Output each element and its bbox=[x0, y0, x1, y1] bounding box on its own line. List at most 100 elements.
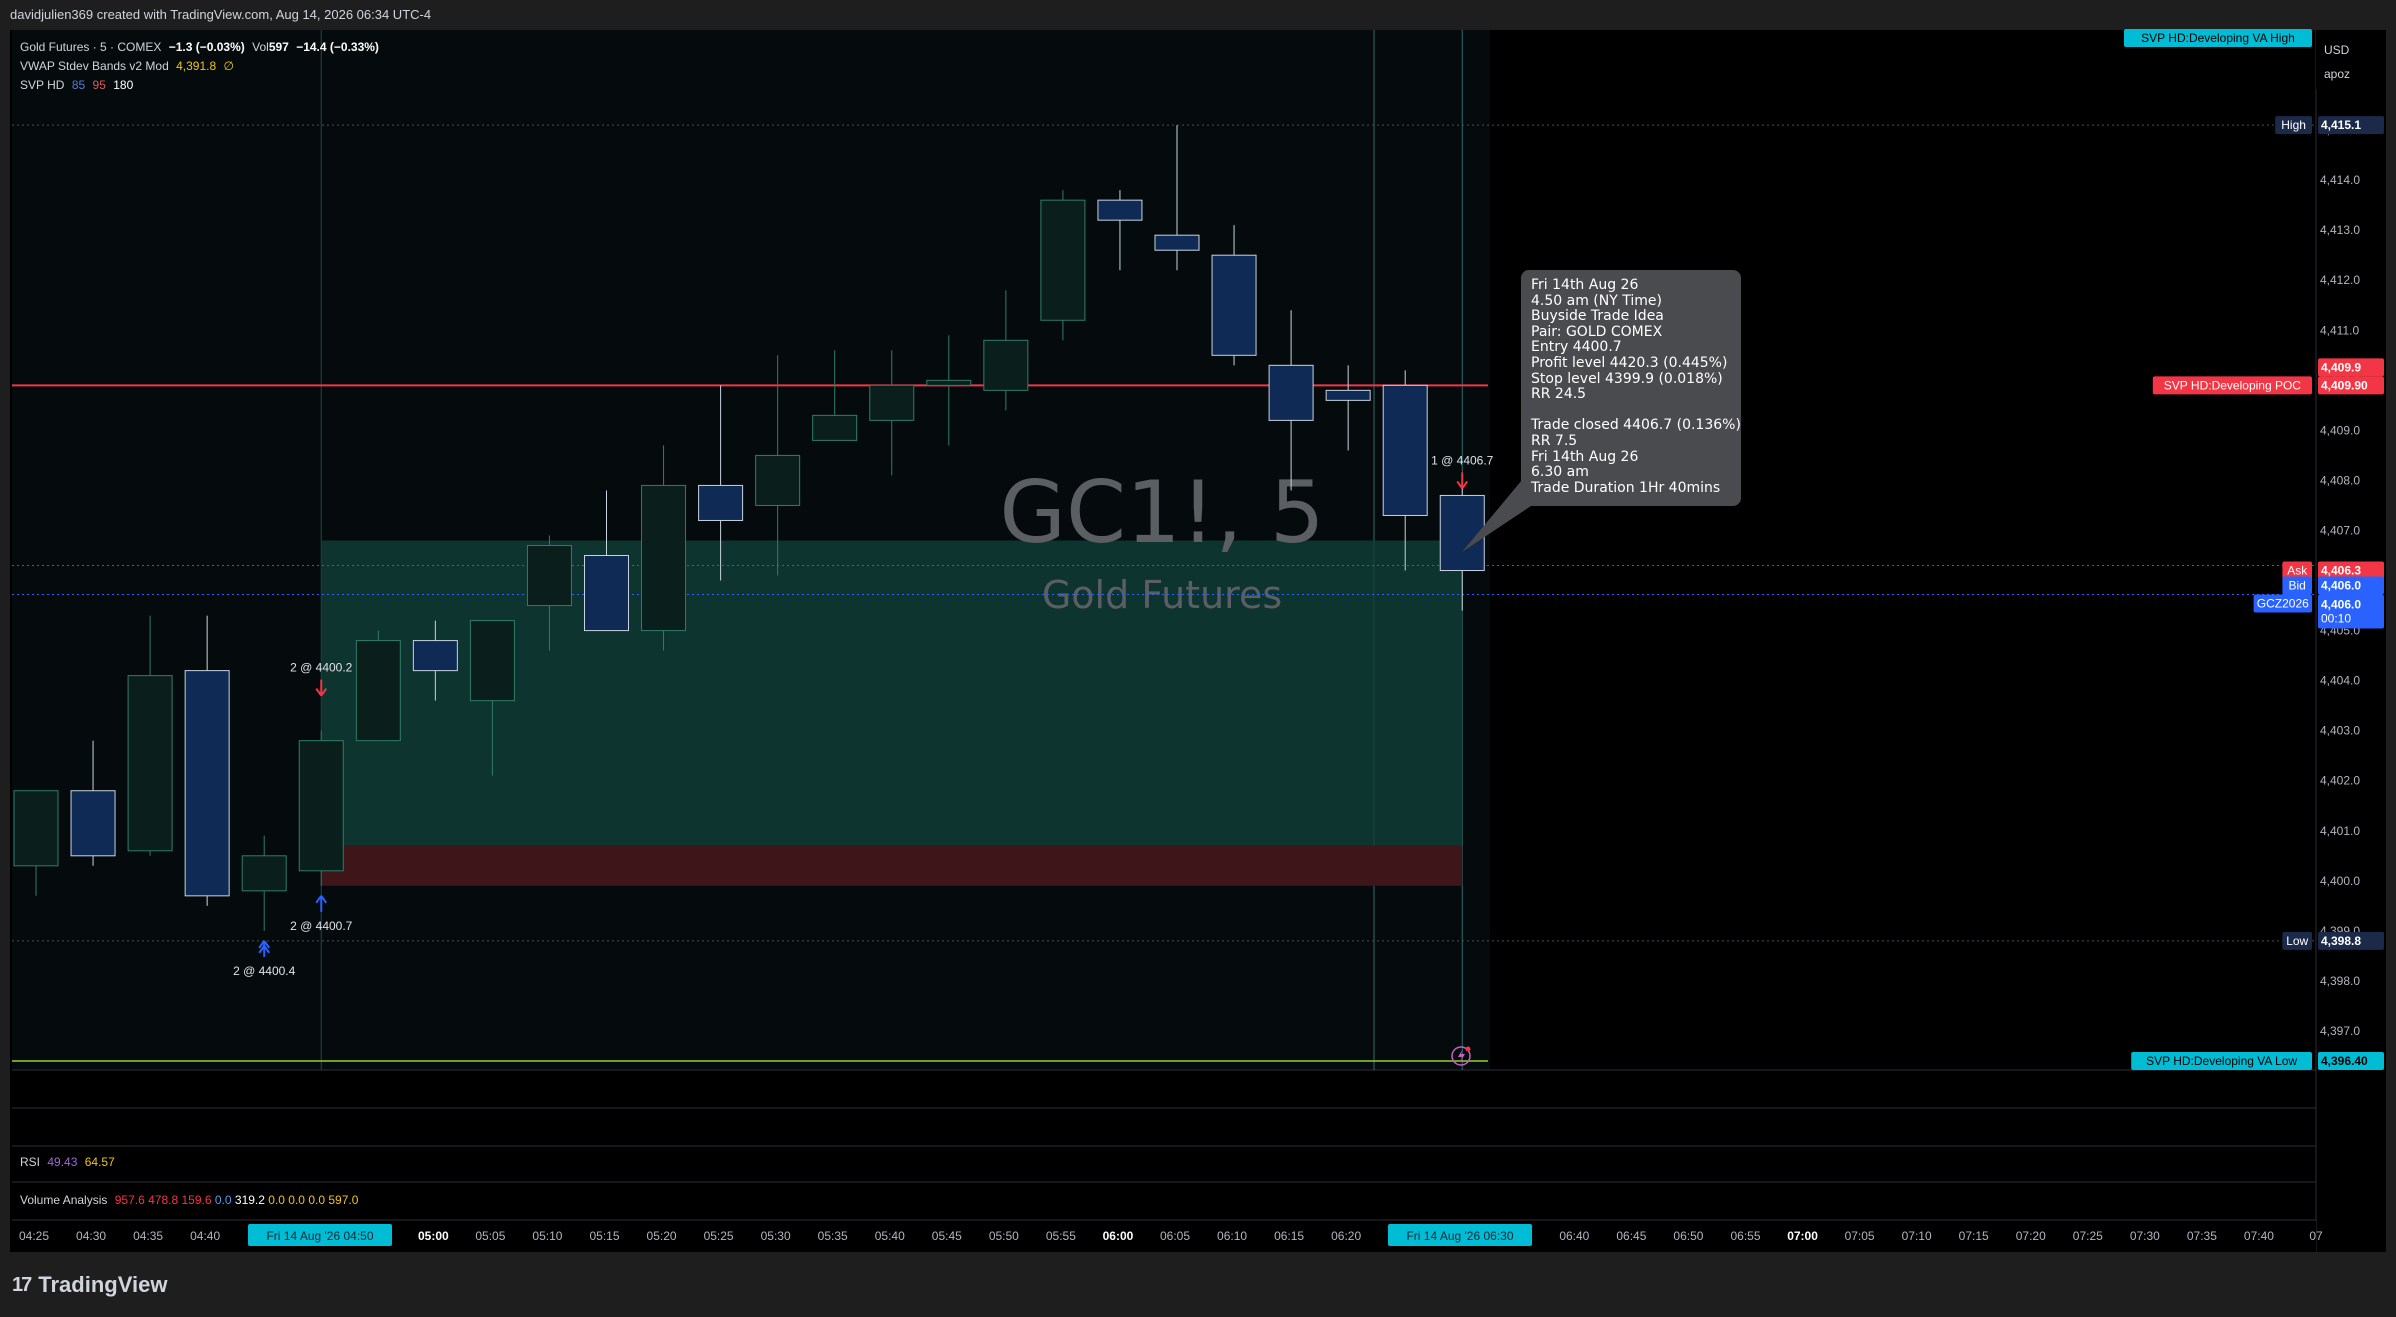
price-chart[interactable]: 4,397.04,398.04,399.04,400.04,401.04,402… bbox=[0, 0, 2396, 1317]
x-tick-label: 05:40 bbox=[875, 1229, 905, 1243]
rsi-legend[interactable]: RSI 49.43 64.57 bbox=[20, 1155, 115, 1169]
candle-body bbox=[1382, 384, 1428, 516]
vwap-label[interactable]: VWAP Stdev Bands v2 Mod bbox=[20, 59, 169, 73]
high-tag: High bbox=[2281, 118, 2306, 132]
callout-line: Buyside Trade Idea bbox=[1531, 308, 1664, 325]
candle-body bbox=[698, 484, 744, 521]
x-tick-label: 06:50 bbox=[1673, 1229, 1703, 1243]
x-tick-label: 04:25 bbox=[19, 1229, 49, 1243]
y-tick-label: 4,400.0 bbox=[2320, 874, 2360, 888]
x-tick-label: 06:55 bbox=[1730, 1229, 1760, 1243]
va-low-tag: SVP HD:Developing VA Low bbox=[2146, 1054, 2297, 1068]
x-tick-label: 05:45 bbox=[932, 1229, 962, 1243]
candle-body bbox=[13, 790, 59, 867]
y-tick-label: 4,397.0 bbox=[2320, 1024, 2360, 1038]
candle-body bbox=[1040, 199, 1086, 321]
watermark-symbol: GC1!, 5 bbox=[999, 463, 1324, 563]
va-value: 159.6 bbox=[181, 1193, 212, 1207]
callout-line: RR 24.5 bbox=[1531, 386, 1587, 403]
x-tick-label: 04:35 bbox=[133, 1229, 163, 1243]
y-tick-label: 4,404.0 bbox=[2320, 674, 2360, 688]
bid-tag: Bid bbox=[2289, 579, 2306, 593]
y-tick-label: 4,408.0 bbox=[2320, 473, 2360, 487]
candle-body bbox=[812, 414, 858, 441]
candle-body bbox=[584, 555, 629, 632]
y-tick-label: 4,402.0 bbox=[2320, 774, 2360, 788]
trade-mark-label: 2 @ 4400.4 bbox=[233, 964, 296, 978]
candle-body bbox=[184, 670, 230, 897]
x-tick-label: 05:25 bbox=[704, 1229, 734, 1243]
candle-body bbox=[412, 640, 458, 672]
y-tick-label: 4,398.0 bbox=[2320, 974, 2360, 988]
rsi-value-2: 64.57 bbox=[84, 1155, 115, 1169]
x-tick-label: 05:50 bbox=[989, 1229, 1019, 1243]
candle-body bbox=[298, 740, 344, 872]
tradingview-brand[interactable]: 17 TradingView bbox=[12, 1270, 167, 1300]
callout-line: Trade closed 4406.7 (0.136%) bbox=[1531, 417, 1741, 434]
rsi-value-1: 49.43 bbox=[47, 1155, 78, 1169]
x-tick-label: 05:20 bbox=[647, 1229, 677, 1243]
y-tick-label: 4,412.0 bbox=[2320, 273, 2360, 287]
high-value: 4,415.1 bbox=[2321, 118, 2361, 132]
svp-value-2: 95 bbox=[92, 78, 106, 92]
volume-analysis-label[interactable]: Volume Analysis bbox=[20, 1193, 107, 1207]
rsi-label[interactable]: RSI bbox=[20, 1155, 40, 1169]
low-tag: Low bbox=[2286, 934, 2308, 948]
candle-body bbox=[241, 855, 287, 892]
x-tick-label: 06:15 bbox=[1274, 1229, 1304, 1243]
symbol-name[interactable]: Gold Futures · 5 · COMEX bbox=[20, 40, 161, 54]
x-tick-label: 05:35 bbox=[818, 1229, 848, 1243]
vwap-legend-row[interactable]: VWAP Stdev Bands v2 Mod 4,391.8 ∅ bbox=[20, 57, 383, 76]
candle-body bbox=[355, 640, 401, 742]
currency-box[interactable]: USD apoz bbox=[2316, 30, 2386, 90]
x-tick-label: 06:45 bbox=[1616, 1229, 1646, 1243]
candle-body bbox=[926, 379, 972, 386]
tradingview-logo-icon: 17 bbox=[12, 1273, 32, 1296]
x-tick-label: 07:20 bbox=[2016, 1229, 2046, 1243]
volume-label: Vol bbox=[252, 40, 269, 54]
va-value: 0.0 bbox=[288, 1193, 305, 1207]
x-tick-label: 07:05 bbox=[1845, 1229, 1875, 1243]
currency-code[interactable]: USD bbox=[2324, 38, 2378, 62]
candle-body bbox=[1268, 364, 1314, 421]
x-tick-label: 05:10 bbox=[532, 1229, 562, 1243]
callout-line: Profit level 4420.3 (0.445%) bbox=[1531, 354, 1728, 371]
va-value: 478.8 bbox=[148, 1193, 179, 1207]
candle-body bbox=[526, 544, 572, 607]
x-tick-label: 05:05 bbox=[475, 1229, 505, 1243]
time-highlight-label: Fri 14 Aug '26 04:50 bbox=[266, 1229, 373, 1243]
callout-line: Fri 14th Aug 26 bbox=[1531, 448, 1639, 465]
x-tick-label: 06:10 bbox=[1217, 1229, 1247, 1243]
va-value: 0.0 bbox=[268, 1193, 285, 1207]
y-tick-label: 4,414.0 bbox=[2320, 173, 2360, 187]
volume-analysis-legend[interactable]: Volume Analysis 957.6 478.8 159.6 0.0 31… bbox=[20, 1193, 358, 1207]
volume-change: −14.4 (−0.33%) bbox=[296, 40, 379, 54]
va-value: 597.0 bbox=[328, 1193, 359, 1207]
y-tick-label: 4,411.0 bbox=[2320, 323, 2359, 337]
x-tick-label: 04:40 bbox=[190, 1229, 220, 1243]
x-tick-label: 05:30 bbox=[761, 1229, 791, 1243]
callout-line: 4.50 am (NY Time) bbox=[1531, 292, 1662, 309]
x-tick-label: 07 bbox=[2309, 1229, 2323, 1243]
trade-mark-label: 1 @ 4406.7 bbox=[1431, 453, 1494, 467]
trade-mark-label: 2 @ 4400.2 bbox=[290, 661, 353, 675]
svp-label[interactable]: SVP HD bbox=[20, 78, 64, 92]
chart-legend: Gold Futures · 5 · COMEX −1.3 (−0.03%) V… bbox=[20, 38, 383, 95]
symbol-legend-row[interactable]: Gold Futures · 5 · COMEX −1.3 (−0.03%) V… bbox=[20, 38, 383, 57]
contract-tag: GCZ2026 bbox=[2257, 597, 2309, 611]
red-level-value: 4,409.9 bbox=[2321, 360, 2361, 374]
candle-body bbox=[1097, 199, 1143, 221]
brand-name: TradingView bbox=[38, 1272, 168, 1297]
alert-dot-icon bbox=[1465, 1046, 1471, 1052]
user-name: apoz bbox=[2324, 67, 2351, 81]
x-tick-label: 06:00 bbox=[1103, 1229, 1134, 1243]
trade-idea-callout: Fri 14th Aug 26 4.50 am (NY Time) Buysid… bbox=[1521, 270, 1741, 506]
x-tick-label: 06:20 bbox=[1331, 1229, 1361, 1243]
x-tick-label: 06:05 bbox=[1160, 1229, 1190, 1243]
y-tick-label: 4,407.0 bbox=[2320, 523, 2360, 537]
volume-value: 597 bbox=[268, 40, 289, 54]
callout-line: Stop level 4399.9 (0.018%) bbox=[1531, 370, 1723, 387]
svp-legend-row[interactable]: SVP HD 85 95 180 bbox=[20, 76, 383, 95]
symbol-change: −1.3 (−0.03%) bbox=[168, 40, 245, 54]
candle-body bbox=[869, 384, 915, 421]
